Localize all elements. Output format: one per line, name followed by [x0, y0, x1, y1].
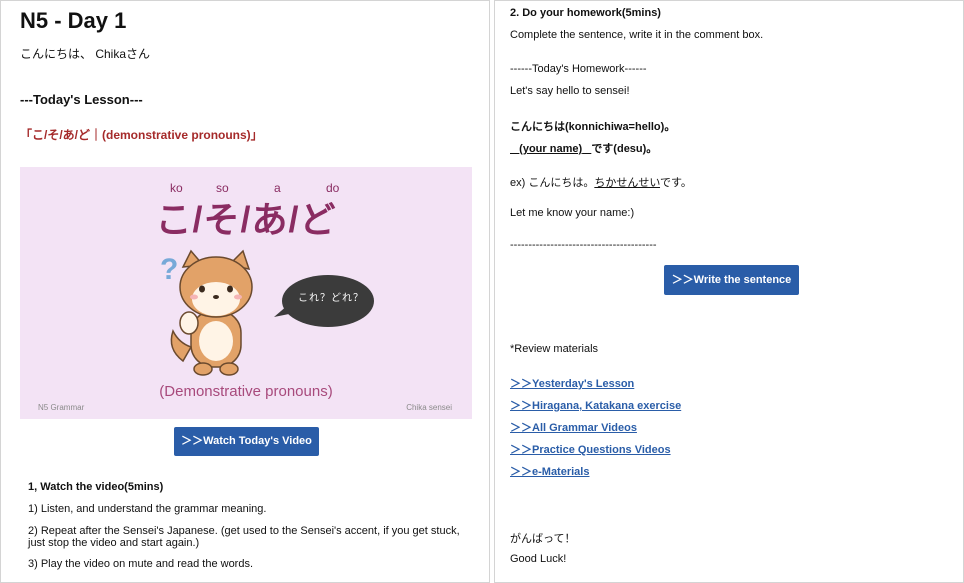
- name-blank: (your name): [510, 143, 591, 155]
- desu-text: です(desu)。: [591, 143, 658, 155]
- konnichiwa-text: こんにちは(konnichiwa=hello)。: [510, 121, 676, 133]
- watch-step-1: 1) Listen, and understand the grammar me…: [28, 503, 267, 515]
- lesson-topic: 「こ/そ/あ/ど｜(demonstrative pronouns)」: [20, 128, 263, 142]
- left-panel: N5 - Day 1 こんにちは、 Chikaさん ---Today's Les…: [0, 0, 490, 583]
- link-practice-questions[interactable]: ＞＞Practice Questions Videos: [510, 441, 671, 457]
- watch-step-3: 3) Play the video on mute and read the w…: [28, 558, 254, 570]
- example-sentence: ex) こんにちは。ちかせんせいです。: [510, 174, 692, 190]
- greeting-text: こんにちは、 Chikaさん: [20, 47, 151, 61]
- name-sentence: (your name) です(desu)。: [510, 140, 657, 156]
- example-suffix: です。: [660, 177, 692, 189]
- thumbnail-caption: (Demonstrative pronouns): [159, 383, 333, 400]
- divider: ----------------------------------------: [510, 239, 657, 251]
- example-prefix: ex) こんにちは。: [510, 177, 595, 189]
- homework-label: ------Today's Homework------: [510, 63, 647, 75]
- name-blank-label: (your name): [519, 143, 583, 155]
- watch-video-button[interactable]: ＞＞Watch Today's Video: [174, 427, 319, 456]
- link-all-grammar-videos[interactable]: ＞＞All Grammar Videos: [510, 419, 637, 435]
- thumbnail-footer-left: N5 Grammar: [38, 403, 85, 412]
- link-yesterdays-lesson[interactable]: ＞＞Yesterday's Lesson: [510, 375, 634, 391]
- review-materials-label: *Review materials: [510, 343, 599, 355]
- write-sentence-button[interactable]: ＞＞Write the sentence: [664, 265, 799, 295]
- shiba-dog-illustration: [170, 249, 253, 376]
- page-title: N5 - Day 1: [20, 8, 127, 33]
- homework-heading: 2. Do your homework(5mins): [510, 7, 661, 19]
- hello-sensei-text: Let's say hello to sensei!: [510, 85, 630, 97]
- link-hiragana-katakana[interactable]: ＞＞Hiragana, Katakana exercise: [510, 397, 681, 413]
- thumbnail-footer-right: Chika sensei: [406, 403, 452, 412]
- watch-video-heading: 1, Watch the video(5mins): [28, 481, 164, 493]
- link-e-materials[interactable]: ＞＞e-Materials: [510, 463, 589, 479]
- kana-title: こ/そ/あ/ど: [155, 199, 337, 240]
- lesson-heading: ---Today's Lesson---: [20, 92, 143, 107]
- gambatte-text: がんばって！: [510, 533, 576, 545]
- homework-instructions: Complete the sentence, write it in the c…: [510, 29, 764, 41]
- watch-step-2: 2) Repeat after the Sensei's Japanese. (…: [28, 525, 460, 549]
- example-name: ちかせんせい: [594, 177, 661, 189]
- good-luck-text: Good Luck!: [510, 553, 567, 565]
- let-me-know-text: Let me know your name:): [510, 207, 635, 219]
- right-panel: 2. Do your homework(5mins) Complete the …: [494, 0, 964, 583]
- bubble-text: これ？どれ？: [298, 293, 364, 304]
- video-thumbnail[interactable]: ko so a do こ/そ/あ/ど ? これ？どれ？ (Demonstrati…: [20, 167, 472, 419]
